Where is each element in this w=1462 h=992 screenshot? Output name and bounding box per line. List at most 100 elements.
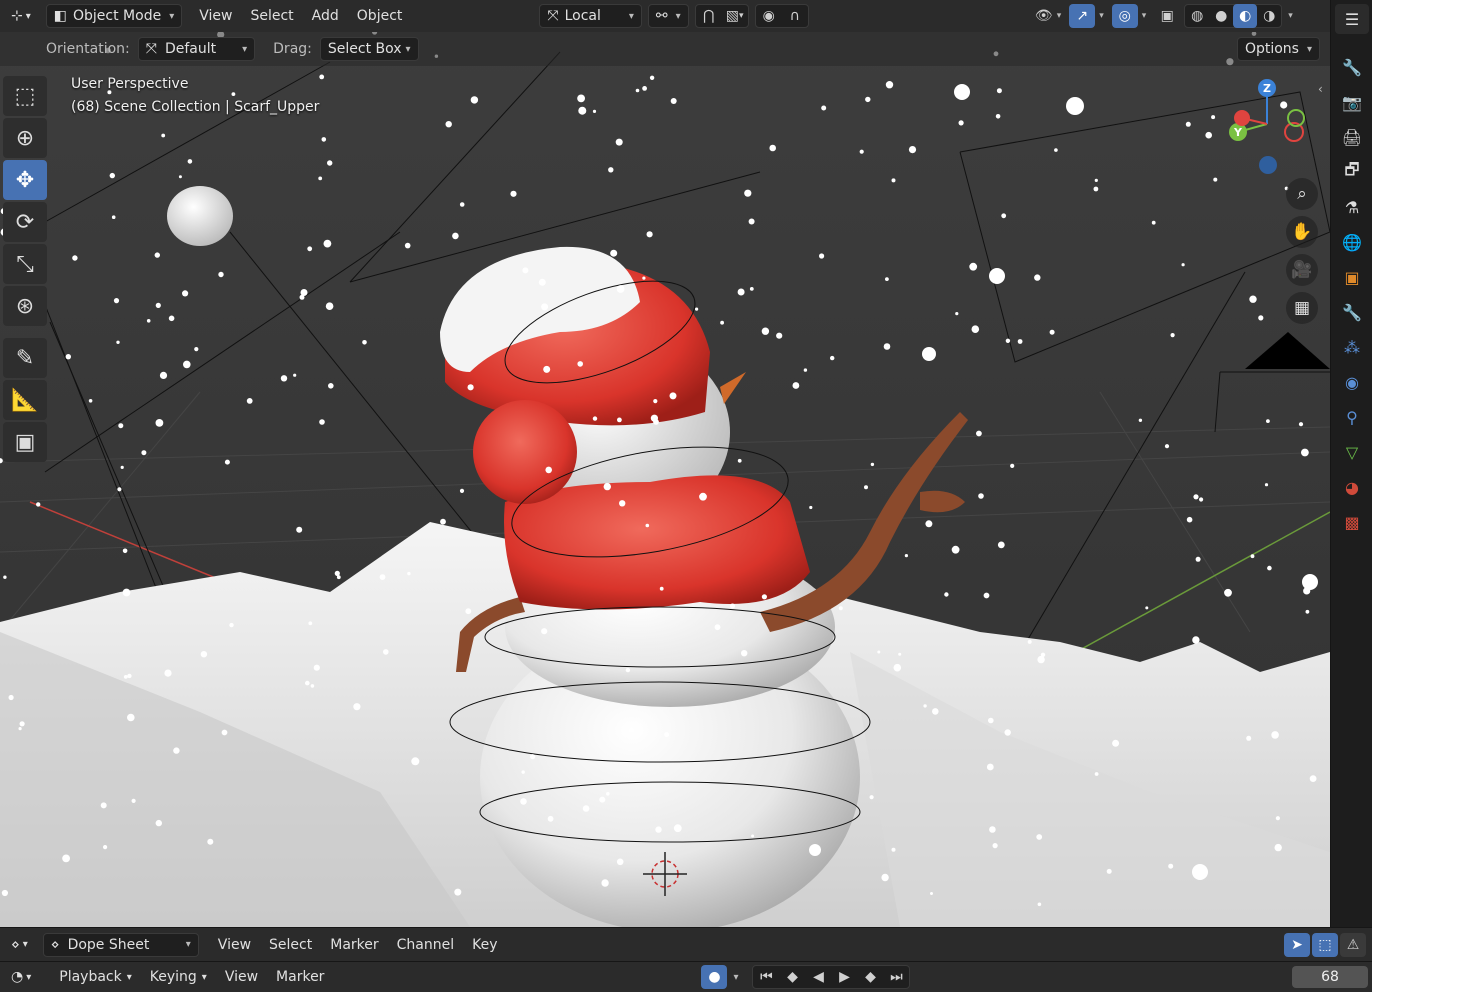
dope-menu-select[interactable]: Select [260,933,321,957]
warning-icon[interactable]: ⚠ [1340,932,1366,957]
scene-tab-icon[interactable]: ⚗ [1335,192,1369,222]
visibility-chevron-icon[interactable]: ▾ [1057,11,1062,21]
show-hidden-icon[interactable]: ⬚ [1312,932,1338,957]
rendered-icon[interactable]: ◑ [1257,4,1281,28]
material-tab-icon[interactable]: ◕ [1335,472,1369,502]
menu-view[interactable]: View [190,4,241,28]
constraints-tab-icon[interactable]: ⚲ [1335,402,1369,432]
add-cube-icon[interactable]: ▣ [3,422,47,462]
modifiers-tab-icon[interactable]: 🔧 [1335,297,1369,327]
jump-start-icon[interactable]: ⏮ [753,965,779,989]
timeline-editor-type-button[interactable]: ◔ ▾ [4,965,38,989]
prev-keyframe-icon[interactable]: ◆ [779,965,805,989]
material-icon[interactable]: ◐ [1233,4,1258,28]
texture-tab-icon[interactable]: ▩ [1335,507,1369,537]
play-reverse-icon[interactable]: ◀ [805,965,831,989]
only-selected-icon[interactable]: ➤ [1284,932,1310,957]
zoom-icon[interactable]: ⌕ [1286,178,1318,210]
proportional-edit-icon[interactable]: ◉ [756,4,782,28]
view-layer-tab-icon[interactable]: 🗗 [1335,157,1369,187]
magnet-icon[interactable]: ⋂ [696,4,722,28]
pivot-point-dropdown[interactable]: ⚯ ▾ [647,4,689,28]
measure-icon[interactable]: 📐 [3,380,47,420]
timeline-menu-playback[interactable]: Playback ▾ [50,965,141,989]
snowflake [635,88,640,93]
menu-select[interactable]: Select [241,4,302,28]
timeline-menu-keying[interactable]: Keying ▾ [141,965,216,989]
render-tab-icon[interactable]: 📷 [1335,87,1369,117]
visibility-eye-icon[interactable]: 👁 [1031,4,1057,28]
3d-viewport[interactable]: User Perspective (68) Scene Collection |… [0,32,1330,927]
dope-menu-view[interactable]: View [209,933,260,957]
menu-object[interactable]: Object [348,4,412,28]
output-tab-icon[interactable]: 🖨 [1335,122,1369,152]
particles-tab-icon[interactable]: ⁂ [1335,332,1369,362]
snowball-small [1302,574,1318,590]
snowflake [1168,863,1174,869]
snowflake [997,541,1005,549]
snowflake [313,664,320,671]
dope-editor-type-button[interactable]: ⋄ ▾ [4,933,35,957]
transform-orientation-dropdown[interactable]: ⤧ Local ▾ [539,4,642,28]
pompom [473,400,577,504]
gizmo-chevron-icon[interactable]: ▾ [1099,11,1104,21]
snowflake [1224,588,1232,597]
rotate-icon[interactable]: ⟳ [3,202,47,242]
pan-hand-icon[interactable]: ✋ [1286,216,1318,248]
xray-toggle-icon[interactable]: ▣ [1154,4,1180,28]
annotate-icon[interactable]: ✎ [3,338,47,378]
timeline-menu-marker[interactable]: Marker [267,965,333,989]
overlay-toggle-icon[interactable]: ◎ [1111,4,1138,28]
drag-label: Drag: [273,41,312,57]
dope-mode-dropdown[interactable]: ⋄ Dope Sheet ▾ [42,932,199,957]
current-frame-field[interactable]: 68 [1292,966,1368,988]
solid-icon[interactable]: ● [1209,4,1233,28]
camera-view-icon[interactable]: 🎥 [1286,254,1318,286]
dope-menu-key[interactable]: Key [463,933,506,957]
auto-keying-icon[interactable]: ● [701,965,728,989]
orientation-dropdown[interactable]: ⤧ Default ▾ [137,37,256,61]
physics-tab-icon[interactable]: ◉ [1335,367,1369,397]
shading-chevron-icon[interactable]: ▾ [1288,11,1293,21]
snowflake [751,834,755,838]
scene-render [0,32,1330,927]
options-dropdown[interactable]: Options ▾ [1236,37,1320,61]
editor-type-button[interactable]: ⊹ ▾ [4,4,38,28]
snowflake [411,757,420,766]
ortho-grid-icon[interactable]: ▦ [1286,292,1318,324]
transform-icon[interactable]: ⊛ [3,286,47,326]
sidebar-toggle-icon[interactable]: ‹ [1318,82,1323,96]
properties-editor-icon[interactable]: ☰ [1335,4,1369,34]
jump-end-icon[interactable]: ⏭ [883,965,909,989]
cursor-icon[interactable]: ⊕ [3,118,47,158]
overlay-chevron-icon[interactable]: ▾ [1142,11,1147,21]
tool-tab-icon[interactable]: 🔧 [1335,52,1369,82]
dope-menu-channel[interactable]: Channel [388,933,463,957]
dope-menu-marker[interactable]: Marker [321,933,387,957]
snowflake [246,398,253,404]
navigation-gizmo[interactable]: Z Y [1222,76,1318,176]
scale-icon[interactable]: ⤡ [3,244,47,284]
menu-add[interactable]: Add [303,4,348,28]
world-tab-icon[interactable]: 🌐 [1335,227,1369,257]
select-box-icon[interactable]: ⬚ [3,76,47,116]
snowflake [616,285,625,293]
timeline-menu-view[interactable]: View [216,965,267,989]
falloff-icon[interactable]: ∩ [782,4,808,28]
snowflake [971,325,980,334]
object-tab-icon[interactable]: ▣ [1335,262,1369,292]
next-keyframe-icon[interactable]: ◆ [857,965,883,989]
play-icon[interactable]: ▶ [831,965,857,989]
snowflake [599,796,606,803]
move-icon[interactable]: ✥ [3,160,47,200]
wireframe-icon[interactable]: ◍ [1185,4,1209,28]
auto-keying-chevron-icon[interactable]: ▾ [733,972,738,983]
snowflake [976,430,982,437]
data-tab-icon[interactable]: ▽ [1335,437,1369,467]
gizmo-toggle-icon[interactable]: ↗ [1069,4,1096,28]
snowflake [88,399,93,403]
drag-dropdown[interactable]: Select Box ▾ [319,37,419,61]
mode-dropdown[interactable]: ◧ Object Mode ▾ [45,4,183,28]
snowflake [748,218,755,225]
snap-cube-icon[interactable]: ▧ ▾ [722,4,748,28]
